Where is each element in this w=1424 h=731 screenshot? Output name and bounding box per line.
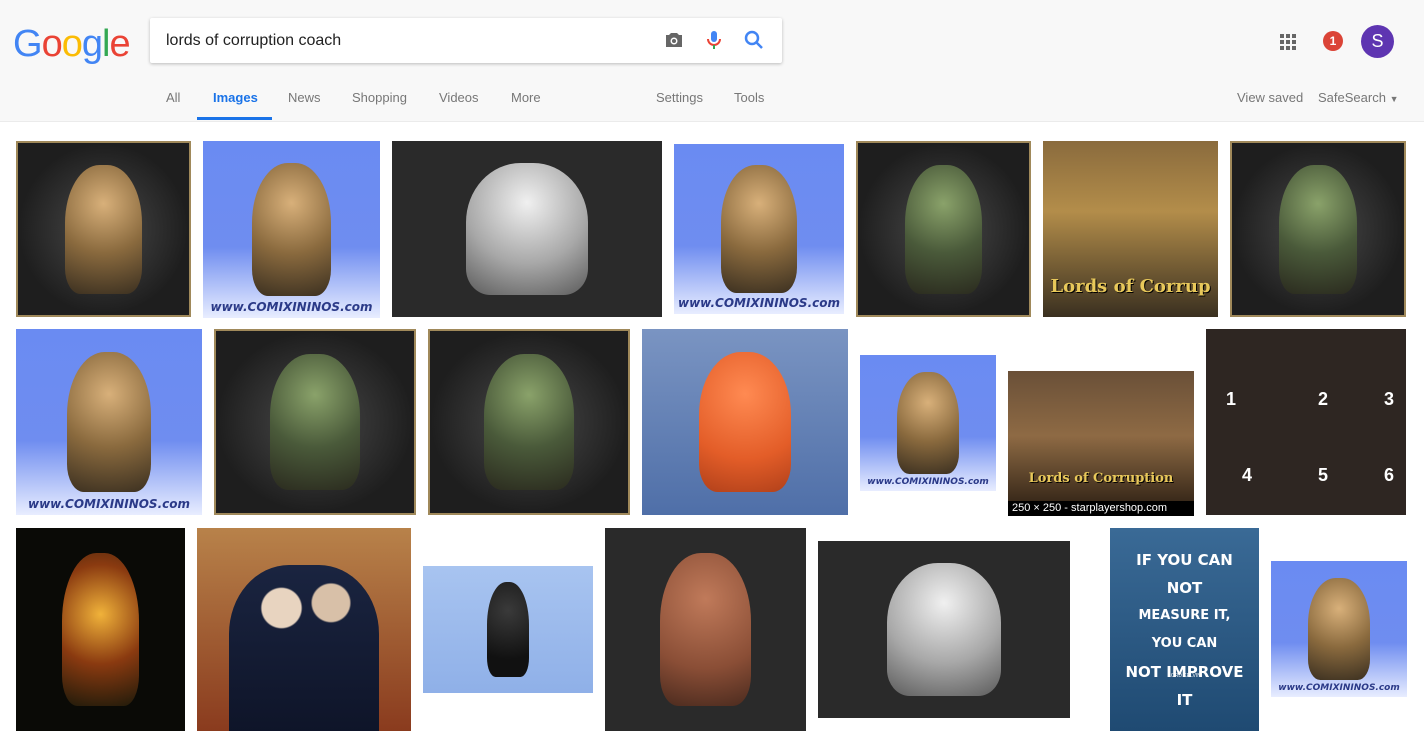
- image-result[interactable]: www.COMIXININOS.com: [674, 144, 844, 314]
- logo-letter: o: [41, 23, 63, 65]
- figure-image: [698, 352, 792, 492]
- view-saved-link[interactable]: View saved: [1237, 90, 1303, 105]
- image-result[interactable]: [16, 141, 191, 317]
- watermark: www.COMIXININOS.com: [1278, 683, 1400, 693]
- watermark: www.COMIXININOS.com: [210, 300, 373, 314]
- search-input[interactable]: [166, 30, 646, 52]
- tab-all[interactable]: All: [166, 90, 180, 105]
- tab-news[interactable]: News: [288, 90, 321, 105]
- tab-images[interactable]: Images: [213, 90, 258, 105]
- logo-letter: l: [101, 23, 111, 65]
- quote-line: MEASURE IT, YOU CAN: [1138, 607, 1231, 651]
- quote-line: NOT IMPROVE IT: [1125, 662, 1244, 709]
- figure-image: [466, 163, 588, 295]
- header: Google 1 S All Images News Shopping Vide…: [0, 0, 1424, 122]
- image-result[interactable]: [214, 329, 416, 515]
- image-result[interactable]: [16, 528, 185, 731]
- logo-letter: g: [81, 23, 103, 65]
- tab-tools[interactable]: Tools: [734, 90, 764, 105]
- image-result[interactable]: www.COMIXININOS.com: [1271, 561, 1407, 697]
- image-result[interactable]: [642, 329, 848, 515]
- dropdown-arrow-icon: ▼: [1389, 94, 1399, 104]
- figure-number: 4: [1242, 465, 1253, 485]
- figure-image: [887, 563, 1001, 696]
- figure-number: 3: [1384, 389, 1395, 409]
- poster-caption: Lords of Corruption: [1028, 471, 1174, 486]
- figure-image: [905, 164, 982, 294]
- figure-image: [486, 581, 530, 678]
- watermark: www.COMIXININOS.com: [867, 477, 989, 487]
- apps-grid-icon[interactable]: [1280, 34, 1296, 50]
- image-result[interactable]: www.COMIXININOS.com: [16, 329, 202, 515]
- watermark: www.COMIXININOS.com: [28, 497, 190, 511]
- search-icon[interactable]: [742, 28, 766, 52]
- account-avatar[interactable]: S: [1361, 25, 1394, 58]
- image-result[interactable]: [423, 566, 593, 693]
- safesearch-label: SafeSearch: [1318, 90, 1386, 105]
- figure-number: 1: [1226, 389, 1237, 409]
- logo-letter: e: [109, 23, 130, 65]
- image-result[interactable]: www.COMIXININOS.com: [860, 355, 996, 491]
- figure-image: [484, 353, 574, 491]
- image-result[interactable]: Lords of Corrup: [1043, 141, 1218, 317]
- figure-number: 2: [1318, 389, 1329, 409]
- image-result[interactable]: [818, 541, 1070, 718]
- quote-author: LORD KELVIN: [1168, 673, 1201, 679]
- figure-number: 6: [1384, 465, 1395, 485]
- image-result[interactable]: [1230, 141, 1406, 317]
- figure-image: [720, 165, 798, 293]
- figure-image: [1279, 164, 1357, 294]
- image-result[interactable]: [856, 141, 1031, 317]
- tab-videos[interactable]: Videos: [439, 90, 479, 105]
- figure-image: [65, 164, 142, 294]
- image-size-source-label: 250 × 250 - starplayershop.com: [1008, 501, 1194, 516]
- tab-more[interactable]: More: [511, 90, 541, 105]
- image-result[interactable]: Lords of Corruption 250 × 250 - starplay…: [1008, 371, 1194, 516]
- image-result[interactable]: 1 2 3 4 5 6: [1206, 329, 1406, 515]
- figure-image: [62, 553, 139, 706]
- search-box: [150, 18, 782, 63]
- image-results-grid: www.COMIXININOS.com www.COMIXININOS.com …: [0, 122, 1424, 731]
- photo-image: [229, 564, 379, 731]
- logo-letter: G: [13, 23, 43, 65]
- figure-image: [660, 553, 751, 706]
- image-result[interactable]: [197, 528, 411, 731]
- poster-caption: Lords of Corrup: [1050, 276, 1211, 297]
- image-result[interactable]: [428, 329, 630, 515]
- figure-image: [270, 353, 360, 491]
- figure-image: [1308, 578, 1370, 680]
- figure-image: [67, 352, 151, 492]
- microphone-icon[interactable]: [702, 28, 726, 52]
- watermark: www.COMIXININOS.com: [678, 296, 840, 310]
- google-logo[interactable]: Google: [13, 22, 133, 66]
- active-tab-indicator: [197, 117, 272, 120]
- figure-image: [251, 163, 332, 296]
- logo-letter: o: [61, 23, 83, 65]
- figure-number: 5: [1318, 465, 1329, 485]
- image-result[interactable]: [392, 141, 662, 317]
- tab-shopping[interactable]: Shopping: [352, 90, 407, 105]
- image-result[interactable]: [605, 528, 806, 731]
- camera-icon[interactable]: [662, 28, 686, 52]
- notification-badge[interactable]: 1: [1323, 31, 1343, 51]
- figure-image: [897, 372, 959, 474]
- image-result[interactable]: IF YOU CAN NOT MEASURE IT, YOU CAN NOT I…: [1110, 528, 1259, 731]
- quote-line: IF YOU CAN NOT: [1136, 550, 1233, 597]
- image-result[interactable]: www.COMIXININOS.com: [203, 141, 380, 318]
- safesearch-dropdown[interactable]: SafeSearch ▼: [1318, 90, 1398, 105]
- tab-settings[interactable]: Settings: [656, 90, 703, 105]
